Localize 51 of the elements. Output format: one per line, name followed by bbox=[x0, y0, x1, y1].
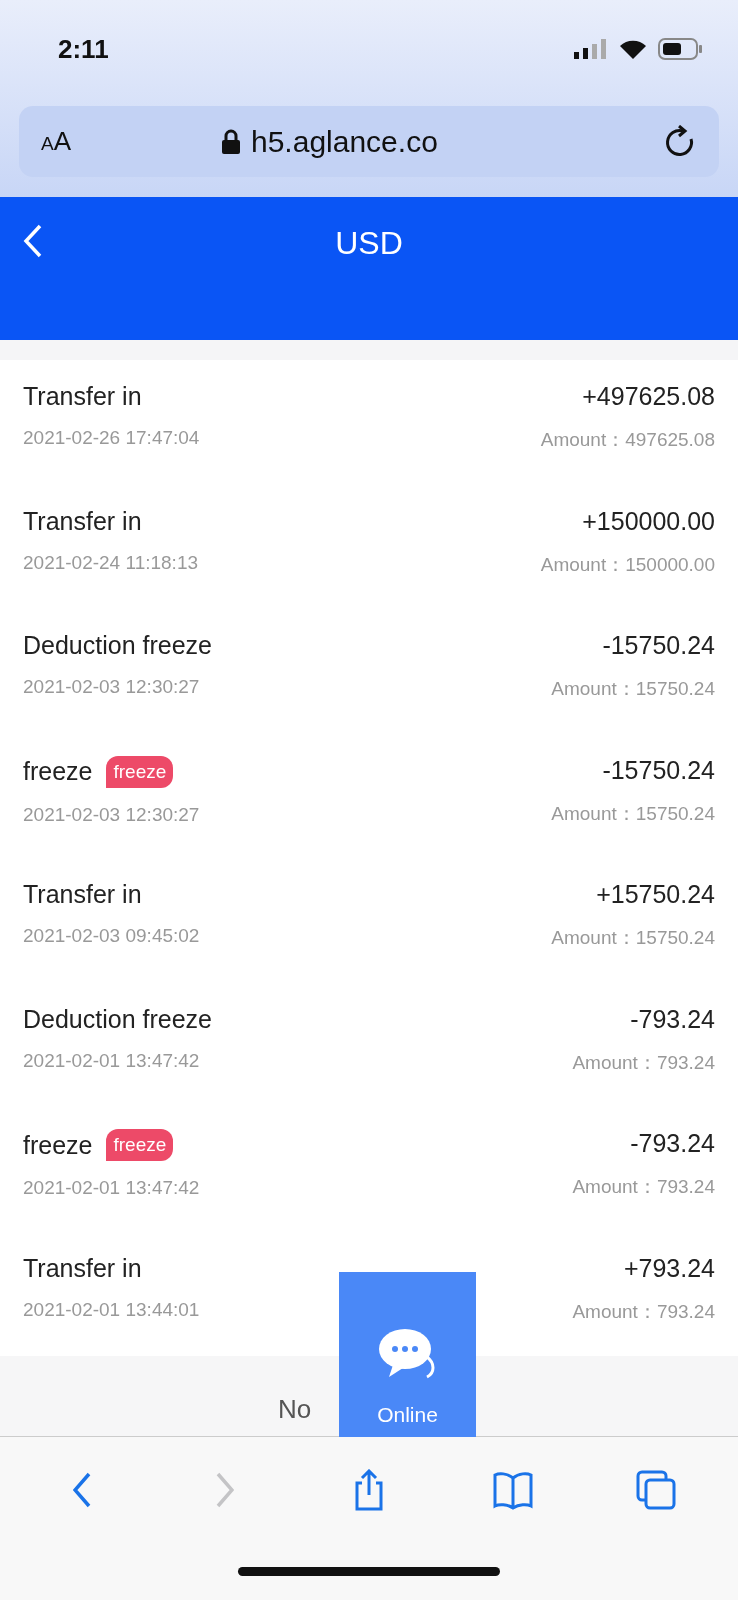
signal-icon bbox=[574, 39, 608, 59]
transaction-date: 2021-02-26 17:47:04 bbox=[23, 427, 200, 449]
transaction-title: Transfer in bbox=[23, 880, 142, 909]
wifi-icon bbox=[618, 38, 648, 60]
transaction-change: +15750.24 bbox=[596, 880, 715, 909]
forward-icon bbox=[216, 1472, 235, 1508]
transaction-change: +793.24 bbox=[623, 1253, 715, 1283]
transaction-title: Transfer in bbox=[23, 382, 142, 411]
transaction-change: -793.24 bbox=[630, 1129, 715, 1158]
transaction-change: +497625.08 bbox=[582, 382, 715, 411]
text-size-button[interactable]: AA bbox=[41, 126, 221, 157]
share-icon bbox=[355, 1469, 383, 1511]
lock-icon bbox=[221, 128, 241, 155]
transaction-title: Transfer in bbox=[23, 506, 142, 536]
transaction-date: 2021-02-24 11:18:13 bbox=[23, 551, 199, 574]
tabs-icon bbox=[636, 1470, 677, 1510]
transaction-title: Deduction freeze bbox=[23, 1004, 212, 1034]
transaction-date: 2021-02-01 13:47:42 bbox=[23, 1177, 200, 1199]
url-text: h5.aglance.co bbox=[251, 124, 438, 159]
transaction-change: -793.24 bbox=[630, 1004, 715, 1034]
transaction-amount: Amount：15750.24 bbox=[551, 801, 715, 826]
transaction-title: Transfer in bbox=[23, 1253, 142, 1283]
freeze-tag: freeze bbox=[106, 1129, 174, 1161]
page-title: USD bbox=[335, 225, 403, 262]
transaction-amount: Amount：793.24 bbox=[572, 1175, 715, 1199]
transaction-date: 2021-02-03 09:45:02 bbox=[23, 925, 200, 947]
transaction-date: 2021-02-01 13:47:42 bbox=[23, 1049, 201, 1072]
transaction-title: freeze bbox=[23, 757, 93, 786]
transaction-change: -15750.24 bbox=[602, 755, 715, 785]
back-button[interactable] bbox=[22, 223, 44, 259]
bookmarks-icon bbox=[492, 1470, 533, 1510]
transaction-date: 2021-02-03 12:30:27 bbox=[23, 676, 201, 698]
transaction-title: freeze bbox=[23, 1130, 93, 1160]
transaction-change: -15750.24 bbox=[602, 631, 715, 660]
status-time: 2:11 bbox=[58, 33, 109, 65]
address-bar[interactable]: AA h5.aglance.co bbox=[19, 106, 719, 177]
freeze-tag: freeze bbox=[106, 755, 174, 788]
transaction-date: 2021-02-03 12:30:27 bbox=[23, 803, 200, 826]
transaction-change: +150000.00 bbox=[582, 506, 715, 536]
transaction-amount: Amount：793.24 bbox=[572, 1050, 715, 1075]
transaction-amount: Amount：793.24 bbox=[572, 1299, 715, 1324]
back-icon bbox=[72, 1472, 91, 1508]
transaction-date: 2021-02-01 13:44:01 bbox=[23, 1298, 200, 1321]
transaction-amount: Amount：15750.24 bbox=[551, 926, 715, 950]
battery-icon bbox=[658, 38, 704, 60]
end-of-list-text: No bbox=[278, 1394, 312, 1426]
transaction-amount: Amount：497625.08 bbox=[540, 428, 715, 452]
transaction-amount: Amount：150000.00 bbox=[540, 552, 715, 577]
back-icon bbox=[22, 223, 44, 259]
transaction-title: Deduction freeze bbox=[23, 631, 212, 660]
transaction-amount: Amount：15750.24 bbox=[551, 677, 715, 701]
